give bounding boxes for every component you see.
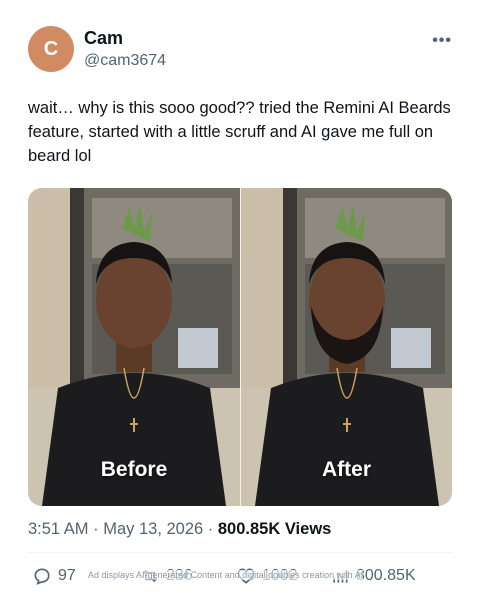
more-horizontal-icon[interactable]: ••• [432, 32, 452, 50]
after-image[interactable]: After [240, 188, 452, 506]
avatar[interactable]: C [28, 26, 74, 72]
reply-icon [34, 568, 50, 585]
author-handle[interactable]: @cam3674 [84, 52, 166, 70]
reply-button[interactable]: 97 [32, 562, 76, 590]
post-header: C Cam @cam3674 ••• [28, 24, 452, 76]
views-action-count: 800.85K [356, 567, 416, 584]
before-label: Before [100, 458, 168, 481]
post-time[interactable]: 3:51 AM [28, 520, 89, 538]
post-meta: 3:51 AM · May 13, 2026 · 800.85K Views [28, 520, 331, 539]
post-date[interactable]: May 13, 2026 [103, 520, 203, 538]
views-count: 800.85K [217, 520, 281, 538]
ad-notice: Ad displays AI-generated Content and dig… [88, 570, 364, 580]
before-image[interactable]: Before [28, 188, 240, 506]
post-text: wait… why is this sooo good?? tried the … [28, 99, 451, 165]
divider [28, 552, 452, 553]
meta-separator: · [203, 520, 218, 538]
reply-count: 97 [58, 567, 76, 584]
meta-separator: · [88, 520, 104, 538]
views-label: Views [280, 520, 332, 538]
author-name[interactable]: Cam [84, 28, 123, 49]
action-bar: 97 236 1002 800.85K Ad displays AI-gener… [28, 562, 452, 590]
post-media[interactable]: Before After [28, 188, 452, 506]
after-label: After [321, 458, 371, 481]
